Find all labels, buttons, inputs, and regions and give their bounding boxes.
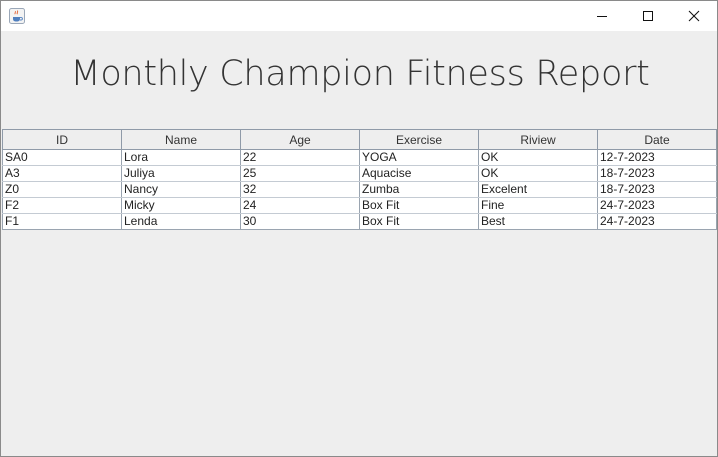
cell-name[interactable]: Lenda: [121, 213, 241, 230]
cell-id[interactable]: A3: [2, 165, 122, 182]
app-window: Monthly Champion Fitness Report ID Name …: [0, 0, 718, 457]
cell-id[interactable]: F1: [2, 213, 122, 230]
cell-age[interactable]: 30: [240, 213, 360, 230]
cell-age[interactable]: 32: [240, 181, 360, 198]
cell-riview[interactable]: Excelent: [478, 181, 598, 198]
cell-exercise[interactable]: YOGA: [359, 149, 479, 166]
title-bar[interactable]: [1, 1, 717, 31]
maximize-icon: [643, 11, 653, 21]
cell-name[interactable]: Juliya: [121, 165, 241, 182]
cell-id[interactable]: SA0: [2, 149, 122, 166]
cell-id[interactable]: Z0: [2, 181, 122, 198]
cell-id[interactable]: F2: [2, 197, 122, 214]
column-header-riview[interactable]: Riview: [478, 129, 598, 150]
column-header-age[interactable]: Age: [240, 129, 360, 150]
close-icon: [688, 10, 700, 22]
cell-riview[interactable]: Best: [478, 213, 598, 230]
minimize-button[interactable]: [579, 1, 625, 31]
java-coffee-icon[interactable]: [9, 8, 25, 24]
column-header-name[interactable]: Name: [121, 129, 241, 150]
report-title: Monthly Champion Fitness Report: [70, 54, 650, 94]
close-button[interactable]: [671, 1, 717, 31]
cell-name[interactable]: Micky: [121, 197, 241, 214]
cell-riview[interactable]: OK: [478, 165, 598, 182]
minimize-icon: [597, 16, 607, 17]
cell-date[interactable]: 24-7-2023: [597, 213, 717, 230]
cell-exercise[interactable]: Aquacise: [359, 165, 479, 182]
column-header-exercise[interactable]: Exercise: [359, 129, 479, 150]
cell-date[interactable]: 18-7-2023: [597, 181, 717, 198]
cell-date[interactable]: 12-7-2023: [597, 149, 717, 166]
table-row[interactable]: F1 Lenda 30 Box Fit Best 24-7-2023: [2, 213, 717, 230]
table-row[interactable]: SA0 Lora 22 YOGA OK 12-7-2023: [2, 149, 717, 166]
cell-name[interactable]: Nancy: [121, 181, 241, 198]
cell-exercise[interactable]: Zumba: [359, 181, 479, 198]
table-row[interactable]: Z0 Nancy 32 Zumba Excelent 18-7-2023: [2, 181, 717, 198]
table-row[interactable]: F2 Micky 24 Box Fit Fine 24-7-2023: [2, 197, 717, 214]
fitness-table[interactable]: ID Name Age Exercise Riview Date SA0 Lor…: [2, 129, 717, 230]
content-panel: Monthly Champion Fitness Report ID Name …: [1, 31, 717, 456]
cell-age[interactable]: 25: [240, 165, 360, 182]
cell-date[interactable]: 18-7-2023: [597, 165, 717, 182]
cell-exercise[interactable]: Box Fit: [359, 213, 479, 230]
column-header-id[interactable]: ID: [2, 129, 122, 150]
cell-age[interactable]: 24: [240, 197, 360, 214]
cell-riview[interactable]: OK: [478, 149, 598, 166]
cell-date[interactable]: 24-7-2023: [597, 197, 717, 214]
cell-exercise[interactable]: Box Fit: [359, 197, 479, 214]
cell-name[interactable]: Lora: [121, 149, 241, 166]
cell-age[interactable]: 22: [240, 149, 360, 166]
table-header-row: ID Name Age Exercise Riview Date: [2, 129, 717, 150]
column-header-date[interactable]: Date: [597, 129, 717, 150]
cell-riview[interactable]: Fine: [478, 197, 598, 214]
maximize-button[interactable]: [625, 1, 671, 31]
table-row[interactable]: A3 Juliya 25 Aquacise OK 18-7-2023: [2, 165, 717, 182]
